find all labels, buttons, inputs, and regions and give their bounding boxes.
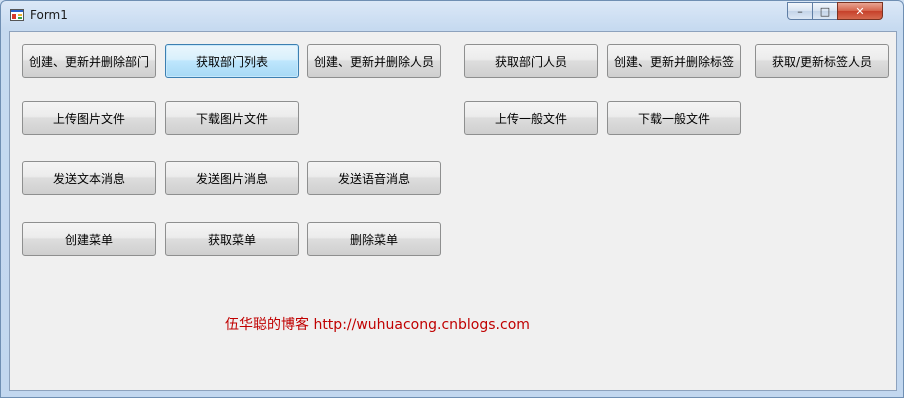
get-menu-button[interactable]: 获取菜单: [165, 222, 299, 256]
minimize-icon: –: [797, 4, 803, 18]
create-update-delete-user-button[interactable]: 创建、更新并删除人员: [307, 44, 441, 78]
blog-link[interactable]: 伍华聪的博客 http://wuhuacong.cnblogs.com: [225, 314, 530, 334]
get-dept-users-button[interactable]: 获取部门人员: [464, 44, 598, 78]
form-client-area: 创建、更新并删除部门 获取部门列表 创建、更新并删除人员 获取部门人员 创建、更…: [9, 31, 897, 391]
title-bar[interactable]: Form1 – □ ✕: [1, 1, 903, 31]
upload-file-button[interactable]: 上传一般文件: [464, 101, 598, 135]
maximize-button[interactable]: □: [812, 2, 838, 20]
get-dept-list-button[interactable]: 获取部门列表: [165, 44, 299, 78]
upload-image-button[interactable]: 上传图片文件: [22, 101, 156, 135]
window-title: Form1: [30, 8, 68, 22]
create-update-delete-dept-button[interactable]: 创建、更新并删除部门: [22, 44, 156, 78]
delete-menu-button[interactable]: 删除菜单: [307, 222, 441, 256]
close-button[interactable]: ✕: [837, 2, 883, 20]
get-update-tag-users-button[interactable]: 获取/更新标签人员: [755, 44, 889, 78]
app-icon: [10, 9, 24, 21]
form1-window: Form1 – □ ✕ 创建、更新并删除部门 获取部门列表 创建、更新并删除人员…: [0, 0, 904, 398]
minimize-button[interactable]: –: [787, 2, 813, 20]
send-image-message-button[interactable]: 发送图片消息: [165, 161, 299, 195]
download-file-button[interactable]: 下载一般文件: [607, 101, 741, 135]
download-image-button[interactable]: 下载图片文件: [165, 101, 299, 135]
create-update-delete-tag-button[interactable]: 创建、更新并删除标签: [607, 44, 741, 78]
close-icon: ✕: [855, 4, 865, 18]
send-text-message-button[interactable]: 发送文本消息: [22, 161, 156, 195]
create-menu-button[interactable]: 创建菜单: [22, 222, 156, 256]
send-voice-message-button[interactable]: 发送语音消息: [307, 161, 441, 195]
maximize-icon: □: [819, 4, 831, 18]
